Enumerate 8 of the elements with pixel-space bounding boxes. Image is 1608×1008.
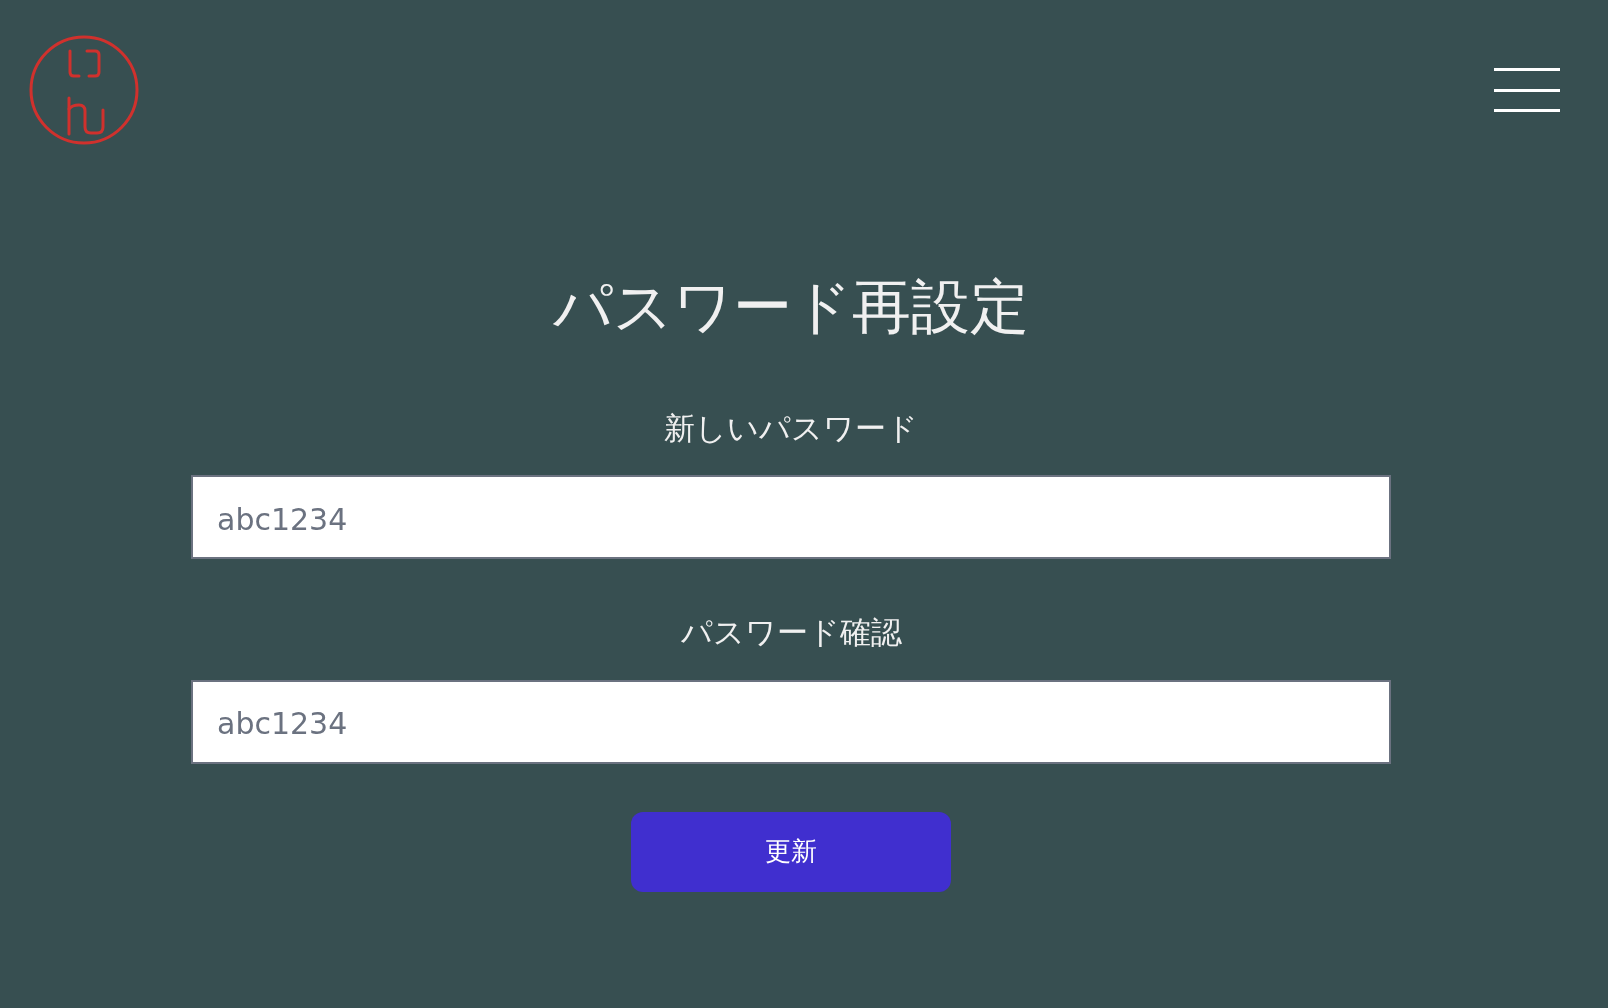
password-field[interactable]: abc1234 xyxy=(191,679,1391,764)
menu-icon[interactable] xyxy=(1494,68,1560,112)
update-button[interactable]: 更新 xyxy=(631,811,951,892)
field-label: パスワード確認 xyxy=(680,613,902,653)
logo-icon xyxy=(29,35,139,145)
password-field[interactable]: abc1234 xyxy=(191,475,1391,560)
page-title: パスワード再設定 xyxy=(553,272,1029,343)
field-label: 新しいパスワード xyxy=(664,408,918,448)
